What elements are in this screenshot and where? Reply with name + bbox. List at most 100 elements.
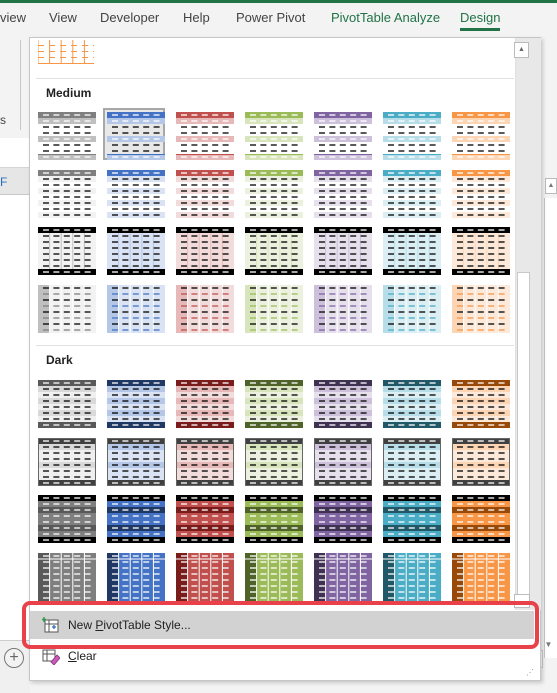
clear-style-label: Clear (68, 649, 97, 663)
swatch-preview (245, 495, 303, 543)
clear-style-icon (42, 649, 60, 665)
swatch-preview (38, 495, 96, 543)
swatch-preview (38, 170, 96, 218)
swatch-preview (452, 495, 510, 543)
tab-help[interactable]: Help (183, 10, 210, 25)
style-swatch-medium-18[interactable] (241, 223, 303, 275)
gallery-scroll-thumb[interactable] (517, 272, 530, 597)
gallery-scroll-up-button[interactable]: ▲ (514, 42, 529, 58)
style-swatch-light-last[interactable] (34, 36, 96, 66)
tab-view[interactable]: View (49, 10, 77, 25)
swatch-preview (38, 380, 96, 428)
add-sheet-button[interactable]: + (4, 648, 24, 668)
style-swatch-dark-15[interactable] (34, 491, 96, 543)
tab-pivottable-analyze[interactable]: PivotTable Analyze (331, 10, 440, 25)
style-swatch-dark-10[interactable] (172, 434, 234, 486)
swatch-preview (107, 553, 165, 601)
style-swatch-medium-27[interactable] (379, 281, 441, 333)
style-swatch-medium-7[interactable] (448, 108, 510, 160)
style-swatch-medium-11[interactable] (241, 166, 303, 218)
swatch-preview (383, 227, 441, 275)
style-swatch-medium-20[interactable] (379, 223, 441, 275)
style-swatch-medium-28[interactable] (448, 281, 510, 333)
style-swatch-dark-12[interactable] (310, 434, 372, 486)
section-separator (36, 78, 514, 79)
swatch-preview (314, 112, 372, 160)
swatch-preview (314, 170, 372, 218)
sheet-scroll-up-button[interactable]: ▲ (545, 178, 557, 194)
style-swatch-dark-19[interactable] (310, 491, 372, 543)
style-swatch-medium-19[interactable] (310, 223, 372, 275)
style-swatch-dark-4[interactable] (241, 376, 303, 428)
swatch-preview (452, 285, 510, 333)
style-swatch-dark-9[interactable] (103, 434, 165, 486)
swatch-preview (176, 495, 234, 543)
style-swatch-dark-13[interactable] (379, 434, 441, 486)
style-swatch-medium-13[interactable] (379, 166, 441, 218)
swatch-preview (314, 380, 372, 428)
swatch-preview (314, 285, 372, 333)
swatch-preview (38, 112, 96, 160)
style-swatch-medium-26[interactable] (310, 281, 372, 333)
style-swatch-medium-6[interactable] (379, 108, 441, 160)
swatch-preview (314, 553, 372, 601)
style-swatch-dark-5[interactable] (310, 376, 372, 428)
style-swatch-dark-27[interactable] (379, 549, 441, 601)
style-swatch-dark-22[interactable] (34, 549, 96, 601)
style-swatch-medium-16[interactable] (103, 223, 165, 275)
style-swatch-dark-20[interactable] (379, 491, 441, 543)
style-swatch-dark-26[interactable] (310, 549, 372, 601)
style-swatch-medium-5[interactable] (310, 108, 372, 160)
style-swatch-dark-23[interactable] (103, 549, 165, 601)
swatch-preview (176, 438, 234, 486)
swatch-preview (383, 553, 441, 601)
style-swatch-dark-16[interactable] (103, 491, 165, 543)
tab-design[interactable]: Design (460, 10, 501, 31)
tab-review[interactable]: view (0, 10, 26, 25)
swatch-preview (452, 170, 510, 218)
style-swatch-dark-28[interactable] (448, 549, 510, 601)
ribbon-divider (20, 40, 21, 130)
swatch-preview (38, 227, 96, 275)
style-swatch-medium-24[interactable] (172, 281, 234, 333)
swatch-preview (107, 285, 165, 333)
style-swatch-medium-1[interactable] (34, 108, 96, 160)
style-swatch-medium-8[interactable] (34, 166, 96, 218)
style-swatch-dark-18[interactable] (241, 491, 303, 543)
style-swatch-dark-11[interactable] (241, 434, 303, 486)
style-swatch-medium-9[interactable] (103, 166, 165, 218)
style-swatch-dark-1[interactable] (34, 376, 96, 428)
style-swatch-medium-4[interactable] (241, 108, 303, 160)
sheet-vertical-scrollbar[interactable] (544, 198, 557, 658)
style-swatch-medium-21[interactable] (448, 223, 510, 275)
style-swatch-medium-10[interactable] (172, 166, 234, 218)
annotation-highlight-box (22, 601, 539, 649)
style-swatch-medium-2[interactable] (103, 108, 165, 160)
style-swatch-dark-7[interactable] (448, 376, 510, 428)
style-swatch-dark-17[interactable] (172, 491, 234, 543)
tab-power-pivot[interactable]: Power Pivot (236, 10, 305, 25)
style-swatch-medium-23[interactable] (103, 281, 165, 333)
swatch-preview (176, 553, 234, 601)
style-swatch-medium-15[interactable] (34, 223, 96, 275)
style-swatch-medium-22[interactable] (34, 281, 96, 333)
tab-developer[interactable]: Developer (100, 10, 159, 25)
style-swatch-dark-6[interactable] (379, 376, 441, 428)
style-swatch-dark-21[interactable] (448, 491, 510, 543)
style-swatch-dark-2[interactable] (103, 376, 165, 428)
style-swatch-medium-3[interactable] (172, 108, 234, 160)
style-swatch-dark-8[interactable] (34, 434, 96, 486)
resize-grip[interactable]: ⋰ (526, 669, 534, 677)
style-swatch-dark-25[interactable] (241, 549, 303, 601)
style-swatch-medium-12[interactable] (310, 166, 372, 218)
style-swatch-dark-14[interactable] (448, 434, 510, 486)
formula-bar[interactable] (0, 138, 30, 168)
swatch-preview (383, 170, 441, 218)
swatch-preview (107, 438, 165, 486)
style-swatch-medium-14[interactable] (448, 166, 510, 218)
style-swatch-dark-24[interactable] (172, 549, 234, 601)
swatch-preview (314, 438, 372, 486)
style-swatch-medium-17[interactable] (172, 223, 234, 275)
style-swatch-medium-25[interactable] (241, 281, 303, 333)
style-swatch-dark-3[interactable] (172, 376, 234, 428)
